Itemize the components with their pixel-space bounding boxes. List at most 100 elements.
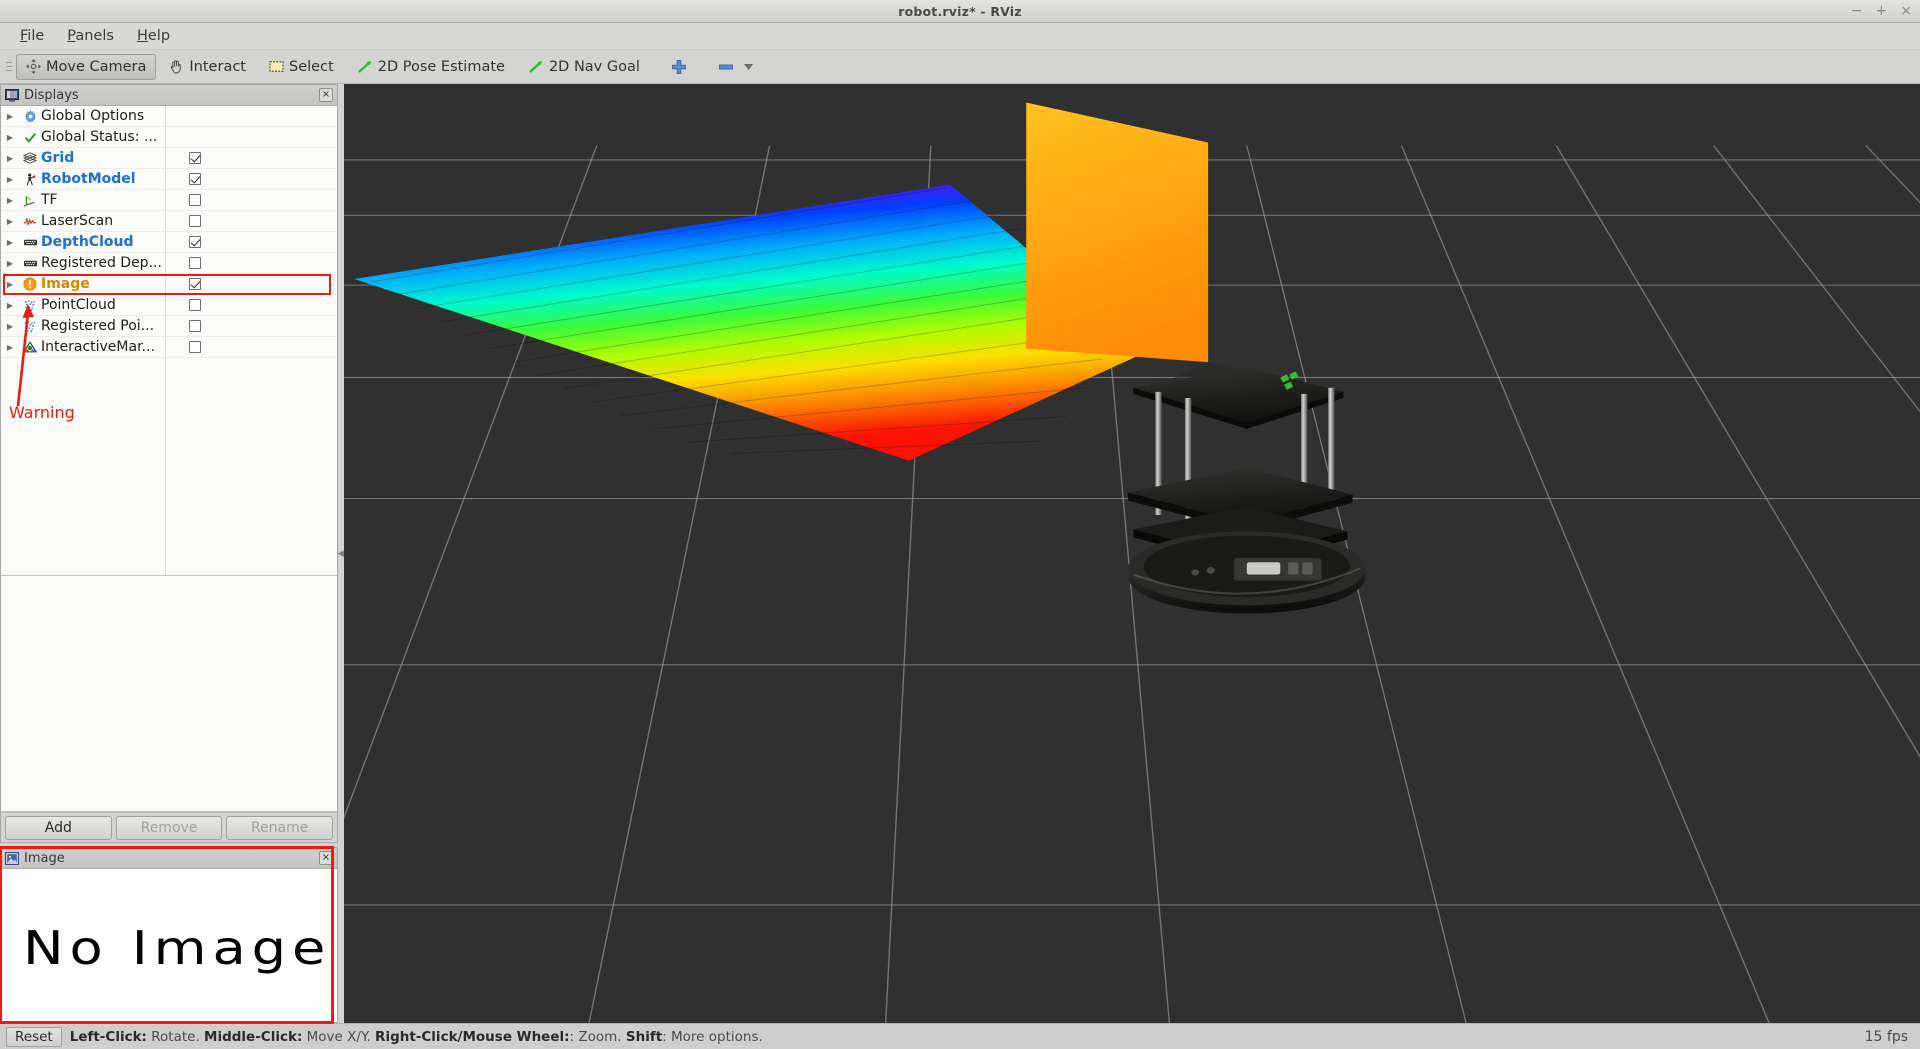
display-enabled-checkbox[interactable] — [189, 215, 201, 227]
grid-icon — [19, 152, 41, 164]
display-row-checkbox-cell[interactable] — [165, 211, 225, 232]
no-image-text: No Image — [23, 921, 331, 975]
display-enabled-checkbox[interactable] — [189, 278, 201, 290]
display-row-label: PointCloud — [41, 297, 116, 313]
display-row-label: DepthCloud — [41, 234, 133, 250]
display-row-checkbox-cell[interactable] — [165, 274, 225, 295]
pointcloud-icon — [19, 320, 41, 333]
status-hint-key: Right-Click/Mouse Wheel: — [375, 1029, 569, 1045]
display-row-checkbox-cell[interactable] — [165, 253, 225, 274]
displays-tree-rows: ▶Global Options▶Global Status: ...▶Grid▶… — [1, 106, 337, 358]
pointcloud-icon — [19, 299, 41, 312]
display-row-label: Global Options — [41, 108, 144, 124]
image-panel-canvas[interactable]: No Image — [1, 869, 337, 1022]
expander-triangle-icon[interactable]: ▶ — [1, 175, 19, 184]
display-row-registered-poi[interactable]: ▶Registered Poi... — [1, 316, 337, 337]
tf-axes-icon — [19, 194, 41, 207]
expander-triangle-icon[interactable]: ▶ — [1, 343, 19, 352]
window-titlebar: robot.rviz* - RViz − + × — [0, 0, 1920, 23]
rename-button[interactable]: Rename — [226, 816, 333, 840]
minimize-icon[interactable]: − — [1851, 4, 1863, 18]
robot-icon — [19, 173, 41, 186]
expander-triangle-icon[interactable]: ▶ — [1, 322, 19, 331]
menu-help[interactable]: Help — [127, 25, 180, 47]
tool-add-tool[interactable] — [661, 54, 697, 80]
display-row-interactivemar[interactable]: ▶ InteractiveMar... — [1, 337, 337, 358]
expander-triangle-icon[interactable]: ▶ — [1, 196, 19, 205]
expander-triangle-icon[interactable]: ▶ — [1, 280, 19, 289]
expander-triangle-icon[interactable]: ▶ — [1, 133, 19, 142]
expander-triangle-icon[interactable]: ▶ — [1, 154, 19, 163]
display-row-laserscan[interactable]: ▶LaserScan — [1, 211, 337, 232]
display-row-checkbox-cell[interactable] — [165, 295, 225, 316]
display-row-pointcloud[interactable]: ▶ PointCloud — [1, 295, 337, 316]
display-row-checkbox-cell[interactable] — [165, 337, 225, 358]
add-button[interactable]: Add — [5, 816, 112, 840]
display-row-label: Image — [41, 276, 90, 292]
display-row-label: InteractiveMar... — [41, 339, 155, 355]
status-hint-key: Middle-Click: — [204, 1029, 302, 1045]
display-row-tf[interactable]: ▶TF — [1, 190, 337, 211]
3d-scene — [344, 84, 1920, 1023]
expander-triangle-icon[interactable]: ▶ — [1, 259, 19, 268]
display-enabled-checkbox[interactable] — [189, 194, 201, 206]
expander-triangle-icon[interactable]: ▶ — [1, 217, 19, 226]
displays-tree[interactable]: ▶Global Options▶Global Status: ...▶Grid▶… — [1, 106, 337, 576]
display-enabled-checkbox[interactable] — [189, 299, 201, 311]
display-row-image[interactable]: ▶ Image — [1, 274, 337, 295]
display-row-checkbox-cell[interactable] — [165, 316, 225, 337]
display-row-grid[interactable]: ▶ Grid — [1, 148, 337, 169]
interactive-marker-icon — [19, 341, 41, 354]
tool-move-camera[interactable]: Move Camera — [16, 54, 156, 80]
remove-button[interactable]: Remove — [116, 816, 223, 840]
tool-2d-pose-estimate[interactable]: 2D Pose Estimate — [347, 54, 515, 80]
display-enabled-checkbox[interactable] — [189, 257, 201, 269]
display-row-global-options[interactable]: ▶ Global Options — [1, 106, 337, 127]
display-enabled-checkbox[interactable] — [189, 236, 201, 248]
display-enabled-checkbox[interactable] — [189, 341, 201, 353]
display-row-label: Registered Dep... — [41, 255, 162, 271]
expander-triangle-icon[interactable]: ▶ — [1, 301, 19, 310]
chevron-down-icon[interactable] — [744, 64, 753, 70]
move-camera-icon — [26, 59, 41, 74]
image-panel-close-button[interactable]: × — [319, 851, 333, 865]
display-row-checkbox-cell[interactable] — [165, 169, 225, 190]
display-row-label: Grid — [41, 150, 74, 166]
display-row-robotmodel[interactable]: ▶ RobotModel — [1, 169, 337, 190]
status-hint-value: : Zoom. — [570, 1029, 626, 1045]
3d-render-view[interactable] — [344, 84, 1920, 1023]
expander-triangle-icon[interactable]: ▶ — [1, 112, 19, 121]
hand-icon — [169, 59, 184, 74]
main-body: Displays × ▶Global Options▶Global Status… — [0, 84, 1920, 1023]
reset-button[interactable]: Reset — [6, 1027, 62, 1047]
tool-remove-tool[interactable] — [708, 54, 763, 80]
menu-file[interactable]: File — [10, 25, 54, 47]
display-enabled-checkbox[interactable] — [189, 173, 201, 185]
maximize-icon[interactable]: + — [1876, 4, 1888, 18]
image-panel: Image × No Image — [0, 847, 338, 1023]
menu-bar: File Panels Help — [0, 23, 1920, 50]
tool-interact[interactable]: Interact — [159, 54, 256, 80]
display-row-depthcloud[interactable]: ▶ DepthCloud — [1, 232, 337, 253]
status-bar: Reset Left-Click: Rotate. Middle-Click: … — [0, 1023, 1920, 1049]
tool-select[interactable]: Select — [259, 54, 344, 80]
tool-2d-nav-goal[interactable]: 2D Nav Goal — [518, 54, 650, 80]
display-row-global-status[interactable]: ▶Global Status: ... — [1, 127, 337, 148]
display-row-label: RobotModel — [41, 171, 136, 187]
display-row-checkbox-cell[interactable] — [165, 232, 225, 253]
displays-button-row: Add Remove Rename — [1, 812, 337, 842]
tool-interact-label: Interact — [189, 59, 246, 75]
expander-triangle-icon[interactable]: ▶ — [1, 238, 19, 247]
display-enabled-checkbox[interactable] — [189, 320, 201, 332]
displays-panel-close-button[interactable]: × — [319, 88, 333, 102]
menu-panels[interactable]: Panels — [57, 25, 124, 47]
gear-icon — [19, 110, 41, 123]
display-row-checkbox-cell[interactable] — [165, 190, 225, 211]
image-icon — [5, 852, 19, 865]
toolbar-drag-handle[interactable] — [4, 54, 13, 80]
close-icon[interactable]: × — [1900, 4, 1912, 18]
display-enabled-checkbox[interactable] — [189, 152, 201, 164]
plus-icon — [671, 59, 687, 75]
display-row-checkbox-cell[interactable] — [165, 148, 225, 169]
display-row-registered-dep[interactable]: ▶ Registered Dep... — [1, 253, 337, 274]
